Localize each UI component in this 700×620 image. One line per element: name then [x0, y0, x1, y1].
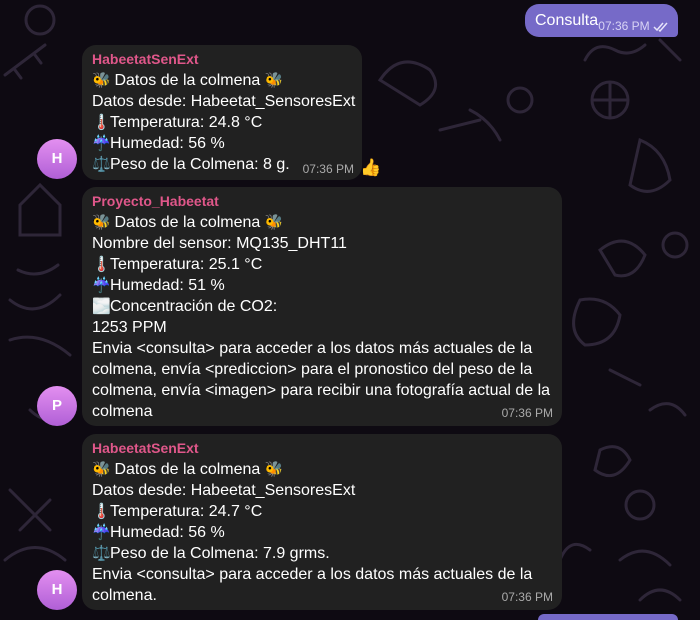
message-line: 🐝 Datos de la colmena 🐝 [92, 461, 284, 478]
bee-icon: 🐝 [92, 72, 111, 89]
message-bubble[interactable]: HabeetatSenExt 🐝 Datos de la colmena 🐝 D… [82, 434, 562, 610]
sender-name[interactable]: HabeetatSenExt [92, 440, 552, 456]
message-bubble[interactable]: HabeetatSenExt 🐝 Datos de la colmena 🐝 D… [82, 45, 362, 180]
message-bubble[interactable]: Proyecto_Habeetat 🐝 Datos de la colmena … [82, 187, 562, 426]
outgoing-meta: 07:36 PM [598, 19, 669, 33]
message-time: 07:36 PM [501, 590, 553, 604]
message-line: ☔Humedad: 56 % [92, 524, 225, 541]
scale-icon: ⚖️ [92, 545, 111, 562]
outgoing-time: 07:36 PM [598, 19, 650, 33]
message-line: Nombre del sensor: MQ135_DHT11 [92, 235, 347, 252]
message-line: ☔Humedad: 51 % [92, 277, 225, 294]
message-line: 🌫️Concentración de CO2: [92, 298, 278, 315]
message-line: 🌡️Temperatura: 24.7 °C [92, 503, 263, 520]
message-line: 🌡️Temperatura: 25.1 °C [92, 256, 263, 273]
message-line: ⚖️Peso de la Colmena: 7.9 grms. [92, 545, 330, 562]
bee-icon: 🐝 [264, 72, 284, 89]
scale-icon: ⚖️ [92, 156, 111, 173]
message-line: 1253 PPM [92, 319, 167, 336]
bee-icon: 🐝 [264, 461, 284, 478]
message-time: 07:36 PM [501, 406, 553, 420]
avatar[interactable]: H [37, 139, 77, 179]
outgoing-message[interactable]: Consulta 07:36 PM [525, 4, 678, 37]
outgoing-message-peek[interactable] [538, 614, 678, 620]
avatar[interactable]: P [37, 386, 77, 426]
message-line: 🐝 Datos de la colmena 🐝 [92, 214, 284, 231]
umbrella-rain-icon: ☔ [92, 277, 111, 294]
message-line: Datos desde: Habeetat_SensoresExt [92, 482, 356, 499]
thumbs-up-reaction-icon[interactable]: 👍 [360, 158, 381, 178]
bee-icon: 🐝 [92, 461, 111, 478]
fog-icon: 🌫️ [92, 298, 111, 315]
sender-name[interactable]: HabeetatSenExt [92, 51, 352, 67]
message-line: 🐝 Datos de la colmena 🐝 [92, 72, 284, 89]
message-line: 🌡️Temperatura: 24.8 °C [92, 114, 263, 131]
thermometer-icon: 🌡️ [92, 503, 111, 520]
message-paragraph: Envia <consulta> para acceder a los dato… [92, 566, 533, 604]
thermometer-icon: 🌡️ [92, 114, 111, 131]
bee-icon: 🐝 [92, 214, 111, 231]
sender-name[interactable]: Proyecto_Habeetat [92, 193, 552, 209]
message-line: Datos desde: Habeetat_SensoresExt [92, 93, 356, 110]
umbrella-rain-icon: ☔ [92, 135, 111, 152]
message-line: ☔Humedad: 56 % [92, 135, 225, 152]
bee-icon: 🐝 [264, 214, 284, 231]
thermometer-icon: 🌡️ [92, 256, 111, 273]
double-check-icon [653, 22, 668, 32]
message-time: 07:36 PM [302, 162, 354, 176]
message-paragraph: Envia <consulta> para acceder a los dato… [92, 340, 551, 420]
avatar[interactable]: H [37, 570, 77, 610]
umbrella-rain-icon: ☔ [92, 524, 111, 541]
